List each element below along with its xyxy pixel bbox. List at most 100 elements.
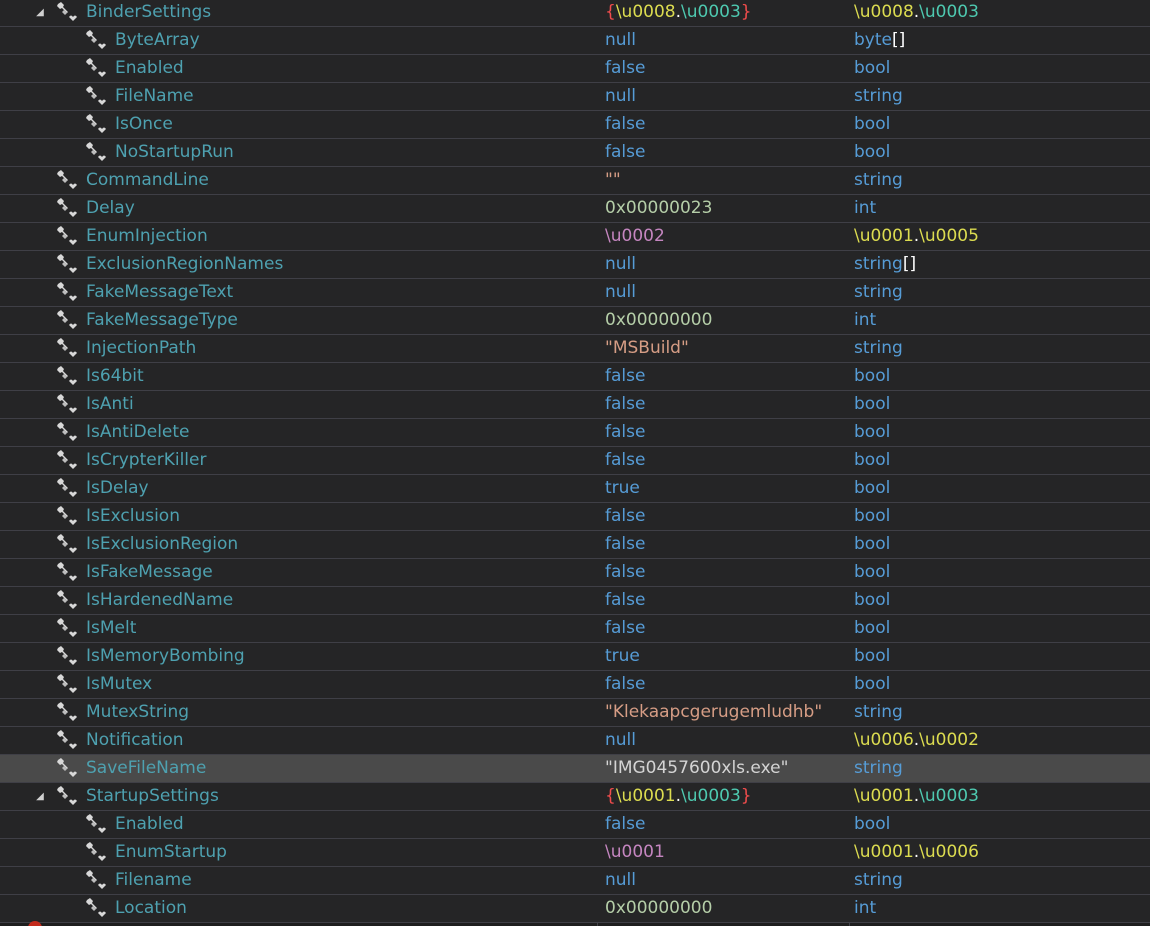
locals-row[interactable]: IsMutex false bool [0,671,1150,699]
property-wrench-icon [55,197,79,219]
property-name: FakeMessageText [86,282,234,302]
expander-collapse-icon[interactable]: ◢ [33,783,47,810]
name-cell: IsExclusionRegion [0,531,597,558]
value-cell-segment: null [605,254,636,274]
property-name: ExclusionRegionNames [86,254,284,274]
locals-row[interactable]: Is64bit false bool [0,363,1150,391]
locals-row[interactable]: Delay 0x00000023 int [0,195,1150,223]
value-cell-segment: false [605,506,646,526]
property-wrench-icon [55,337,79,359]
locals-row[interactable]: IsAntiDelete false bool [0,419,1150,447]
value-cell-segment: true [605,478,640,498]
property-name: MutexString [86,702,190,722]
name-cell: MutexString [0,699,597,726]
locals-row[interactable]: ◢ StartupSettings {\u0001.\u0003} \u0001.\u… [0,783,1150,811]
value-cell: false [598,531,849,558]
type-cell: bool [850,587,1150,614]
locals-row[interactable]: IsDelay true bool [0,475,1150,503]
type-cell-segment: bool [854,590,891,610]
name-cell: InjectionPath [0,335,597,362]
value-cell-segment: false [605,562,646,582]
name-cell: ◢ BinderSettings [0,0,597,26]
value-cell-segment: \u0001 [615,786,676,806]
property-name: FakeMessageType [86,310,238,330]
type-cell: \u0001.\u0006 [850,839,1150,866]
value-cell-segment: \u0002 [605,226,665,246]
name-cell: FileName [0,83,597,110]
value-cell: true [598,475,849,502]
expander-collapse-icon[interactable]: ◢ [33,0,47,26]
locals-row[interactable]: Location 0x00000000 int [0,895,1150,923]
type-cell: string [850,699,1150,726]
locals-row[interactable]: FileName null string [0,83,1150,111]
name-cell: Location [0,895,597,922]
locals-row[interactable]: ByteArray null byte[] [0,27,1150,55]
property-name: NoStartupRun [115,142,234,162]
locals-row[interactable]: Notification null \u0006.\u0002 [0,727,1150,755]
type-cell-segment: \u0008 [854,2,914,22]
property-wrench-icon [55,561,79,583]
property-wrench-icon [55,785,79,807]
locals-row[interactable]: IsMemoryBombing true bool [0,643,1150,671]
locals-row[interactable]: IsAnti false bool [0,391,1150,419]
value-cell: false [598,559,849,586]
type-cell-segment: bool [854,562,891,582]
locals-row[interactable]: EnumInjection \u0002 \u0001.\u0005 [0,223,1150,251]
property-name: ByteArray [115,30,200,50]
name-cell: ExclusionRegionNames [0,251,597,278]
property-wrench-icon [55,589,79,611]
locals-row[interactable]: CommandLine "" string [0,167,1150,195]
value-cell: false [598,811,849,838]
locals-row[interactable]: IsOnce false bool [0,111,1150,139]
name-cell: IsCrypterKiller [0,447,597,474]
property-wrench-icon [84,57,108,79]
property-name: Enabled [115,58,184,78]
value-cell: "IMG0457600xls.exe" [598,755,849,782]
property-name: IsExclusion [86,506,180,526]
type-cell-segment: string [854,338,903,358]
locals-row[interactable]: SaveFileName "IMG0457600xls.exe" string [0,755,1150,783]
type-cell: string [850,335,1150,362]
name-cell: IsDelay [0,475,597,502]
type-cell: \u0008.\u0003 [850,0,1150,26]
locals-row[interactable]: IsExclusion false bool [0,503,1150,531]
property-wrench-icon [55,757,79,779]
locals-row[interactable]: ◢ BinderSettings {\u0008.\u0003} \u0008.\u0… [0,0,1150,27]
value-cell: "MSBuild" [598,335,849,362]
locals-row[interactable]: IsCrypterKiller false bool [0,447,1150,475]
property-name: Enabled [115,814,184,834]
type-cell-segment: int [854,898,877,918]
locals-row[interactable]: ExclusionRegionNames null string[] [0,251,1150,279]
type-cell: bool [850,671,1150,698]
value-cell: false [598,419,849,446]
locals-row[interactable]: IsMelt false bool [0,615,1150,643]
locals-row[interactable]: EnumStartup \u0001 \u0001.\u0006 [0,839,1150,867]
locals-row[interactable]: IsExclusionRegion false bool [0,531,1150,559]
type-cell-segment: string [854,282,903,302]
locals-row[interactable]: Enabled false bool [0,55,1150,83]
property-name: IsCrypterKiller [86,450,207,470]
locals-row[interactable]: MutexString "Klekaapcgerugemludhb" string [0,699,1150,727]
value-cell: false [598,615,849,642]
locals-row[interactable]: Enabled false bool [0,811,1150,839]
property-wrench-icon [55,365,79,387]
locals-row[interactable]: FakeMessageType 0x00000000 int [0,307,1150,335]
property-name: FileName [115,86,194,106]
locals-row[interactable]: IsFakeMessage false bool [0,559,1150,587]
property-name: EnumInjection [86,226,208,246]
value-cell-segment: \u0008 [615,2,676,22]
locals-row[interactable]: FakeMessageText null string [0,279,1150,307]
locals-row[interactable]: InjectionPath "MSBuild" string [0,335,1150,363]
locals-row[interactable]: NoStartupRun false bool [0,139,1150,167]
locals-row[interactable]: Filename null string [0,867,1150,895]
value-cell-segment: false [605,814,646,834]
property-name: Notification [86,730,184,750]
type-cell-segment: \u0001 [854,786,914,806]
name-cell: FakeMessageType [0,307,597,334]
type-cell: \u0006.\u0002 [850,727,1150,754]
property-name: IsAntiDelete [86,422,190,442]
locals-row[interactable]: IsHardenedName false bool [0,587,1150,615]
type-cell-segment: bool [854,366,891,386]
type-cell-segment: \u0001 [854,226,914,246]
type-cell-segment: bool [854,394,891,414]
